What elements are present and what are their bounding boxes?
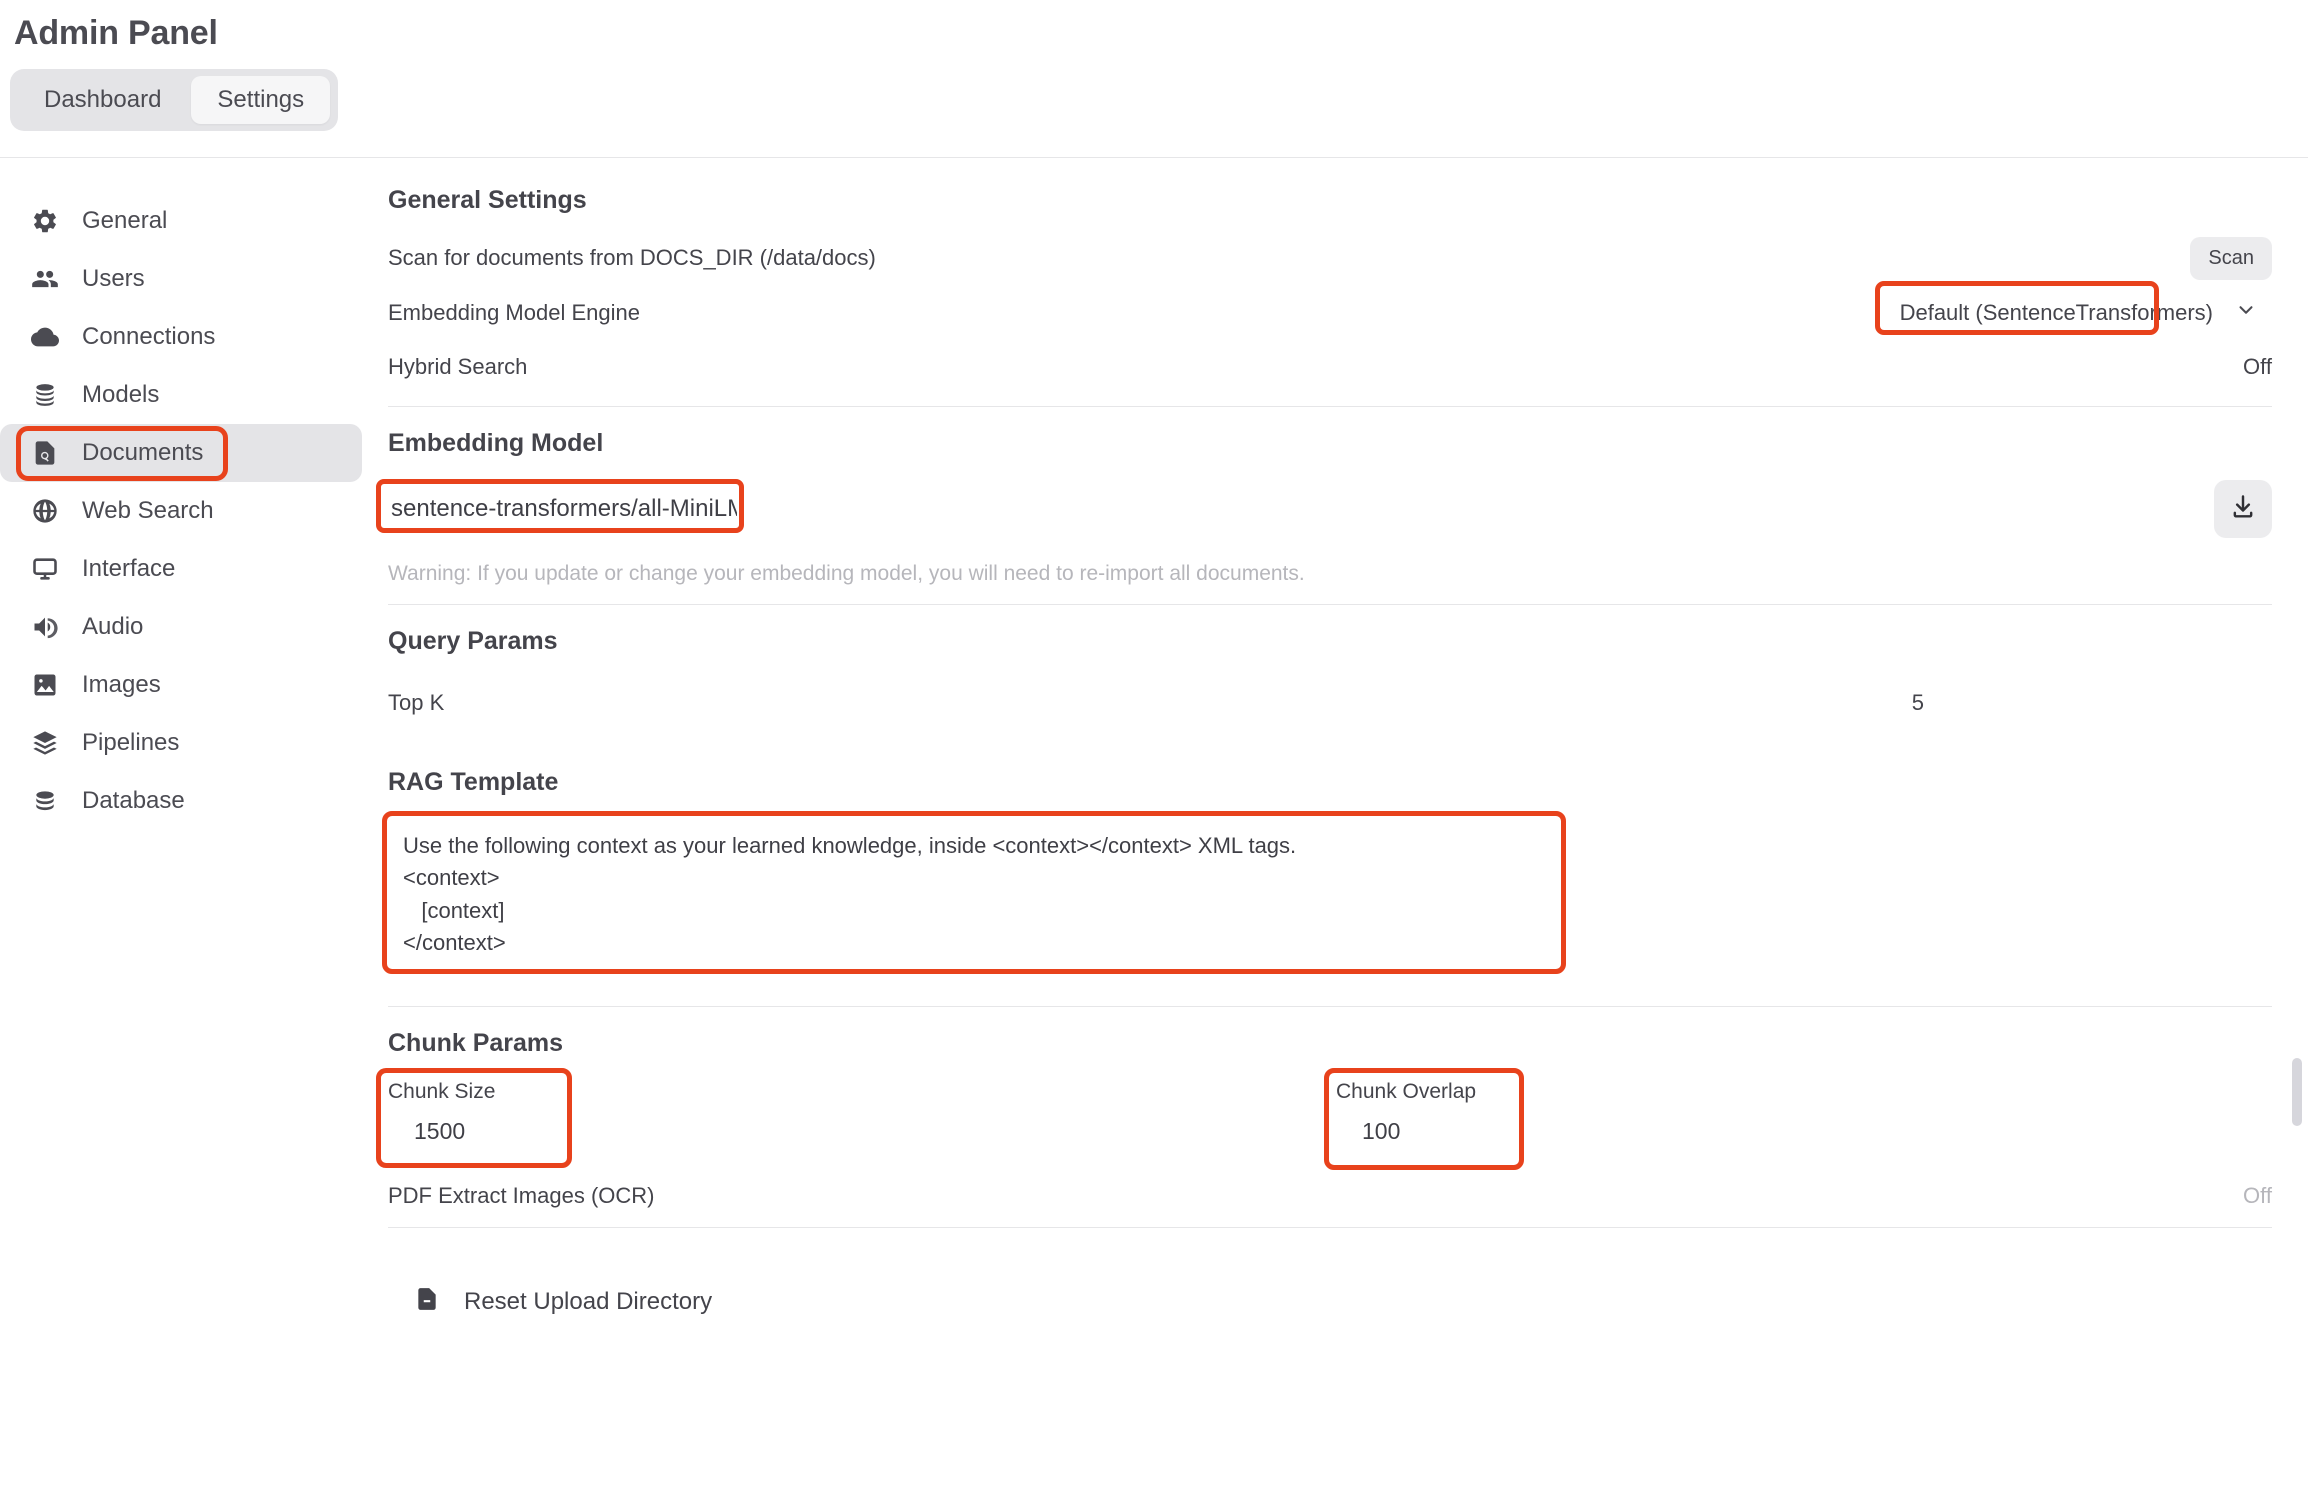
- chunk-overlap-field: Chunk Overlap: [1324, 1067, 1640, 1170]
- divider-2: [388, 603, 2272, 605]
- sidebar-item-images[interactable]: Images: [0, 656, 362, 714]
- embedding-model-input[interactable]: [388, 487, 740, 530]
- speaker-icon: [30, 612, 60, 642]
- embedding-engine-value: Default (SentenceTransformers): [1899, 299, 2213, 325]
- chunk-params-row: Chunk Size Chunk Overlap: [376, 1067, 2272, 1170]
- chunk-overlap-input[interactable]: [1336, 1117, 1496, 1145]
- embedding-engine-label: Embedding Model Engine: [388, 299, 640, 325]
- chunk-size-label: Chunk Size: [388, 1079, 496, 1103]
- sidebar-item-connections[interactable]: Connections: [0, 308, 362, 366]
- embedding-engine-select[interactable]: Default (SentenceTransformers): [1882, 289, 2272, 336]
- embedding-model-title: Embedding Model: [388, 428, 604, 457]
- general-settings-title: General Settings: [388, 185, 587, 214]
- body: General Users Connections Models Documen: [0, 158, 2308, 1486]
- sidebar-item-pipelines[interactable]: Pipelines: [0, 714, 362, 772]
- document-search-icon: [30, 438, 60, 468]
- reset-upload-directory-label: Reset Upload Directory: [464, 1288, 713, 1316]
- scan-docs-label: Scan for documents from DOCS_DIR (/data/…: [388, 245, 876, 271]
- monitor-icon: [30, 554, 60, 584]
- sidebar-item-label: Audio: [82, 612, 144, 640]
- sidebar-item-label: Web Search: [82, 496, 214, 524]
- pdf-ocr-row: PDF Extract Images (OCR) Off: [388, 1175, 2272, 1217]
- sidebar-item-models[interactable]: Models: [0, 366, 362, 424]
- sidebar-item-interface[interactable]: Interface: [0, 540, 362, 598]
- sidebar-item-documents[interactable]: Documents: [0, 423, 362, 482]
- query-params-title: Query Params: [388, 626, 558, 655]
- download-icon: [2229, 493, 2257, 524]
- reset-upload-directory-button[interactable]: Reset Upload Directory: [410, 1276, 716, 1329]
- tab-settings[interactable]: Settings: [191, 76, 331, 124]
- sidebar-item-label: Images: [82, 670, 161, 698]
- pdf-ocr-value[interactable]: Off: [2243, 1183, 2272, 1209]
- sidebar-item-label: Connections: [82, 322, 216, 350]
- embedding-warning-text: Warning: If you update or change your em…: [388, 561, 1305, 585]
- users-icon: [30, 264, 60, 294]
- sidebar-item-database[interactable]: Database: [0, 772, 362, 830]
- sidebar-item-label: Database: [82, 786, 185, 814]
- chunk-size-field: Chunk Size: [376, 1067, 692, 1168]
- rag-template-textarea[interactable]: Use the following context as your learne…: [388, 818, 1560, 967]
- settings-content: General Settings Scan for documents from…: [362, 158, 2308, 1486]
- embedding-engine-row: Embedding Model Engine Default (Sentence…: [388, 280, 2272, 336]
- hybrid-search-row: Hybrid Search Off: [388, 346, 2272, 388]
- hybrid-search-value[interactable]: Off: [2243, 354, 2272, 380]
- globe-icon: [30, 496, 60, 526]
- hybrid-search-label: Hybrid Search: [388, 353, 528, 379]
- scan-docs-row: Scan for documents from DOCS_DIR (/data/…: [388, 236, 2272, 280]
- tabbar: Dashboard Settings: [10, 69, 339, 131]
- settings-sidebar: General Users Connections Models Documen: [0, 158, 362, 1486]
- app-header: Admin Panel Dashboard Settings: [0, 0, 2308, 158]
- pdf-ocr-label: PDF Extract Images (OCR): [388, 1182, 655, 1208]
- tab-dashboard[interactable]: Dashboard: [18, 76, 187, 124]
- sidebar-item-web-search[interactable]: Web Search: [0, 482, 362, 540]
- sidebar-item-general[interactable]: General: [0, 192, 362, 250]
- sidebar-item-label: Users: [82, 264, 145, 292]
- divider-3: [388, 1005, 2272, 1007]
- image-icon: [30, 670, 60, 700]
- sidebar-item-label: Pipelines: [82, 728, 180, 756]
- gear-icon: [30, 206, 60, 236]
- chevron-down-icon: [2235, 299, 2257, 327]
- content-scrollbar-thumb[interactable]: [2292, 1057, 2302, 1126]
- scan-button[interactable]: Scan: [2190, 236, 2272, 280]
- chunk-params-title: Chunk Params: [388, 1028, 564, 1057]
- chunk-overlap-label: Chunk Overlap: [1336, 1079, 1477, 1103]
- database-icon: [30, 380, 60, 410]
- sidebar-item-audio[interactable]: Audio: [0, 598, 362, 656]
- download-model-button[interactable]: [2214, 479, 2272, 538]
- sidebar-item-users[interactable]: Users: [0, 250, 362, 308]
- embedding-model-row: [376, 478, 2272, 538]
- top-k-row: Top K 5: [388, 682, 2272, 724]
- divider-1: [388, 405, 2272, 407]
- divider-4: [388, 1226, 2272, 1228]
- top-k-label: Top K: [388, 689, 445, 715]
- sidebar-item-label: Documents: [82, 438, 204, 466]
- sidebar-item-label: Models: [82, 380, 160, 408]
- rag-template-title: RAG Template: [388, 767, 559, 796]
- database-icon: [30, 786, 60, 816]
- document-minus-icon: [414, 1286, 440, 1319]
- top-k-value[interactable]: 5: [1912, 690, 1924, 716]
- sidebar-item-label: General: [82, 206, 168, 234]
- sidebar-item-label: Interface: [82, 554, 176, 582]
- cloud-icon: [30, 322, 60, 352]
- page-title: Admin Panel: [14, 14, 218, 52]
- chunk-size-input[interactable]: [388, 1117, 548, 1145]
- rag-template-wrap: Use the following context as your learne…: [382, 810, 2272, 974]
- layers-icon: [30, 728, 60, 758]
